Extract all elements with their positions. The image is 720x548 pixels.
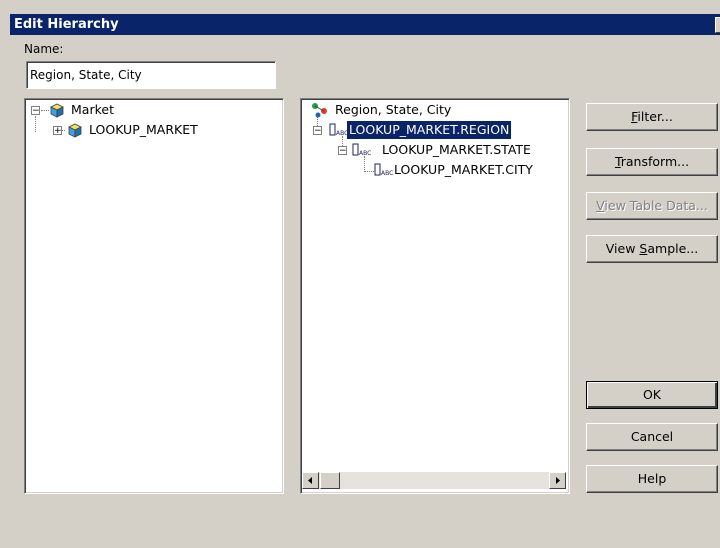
attribute-icon: ABC bbox=[374, 163, 393, 177]
tree-item-market[interactable]: − Market bbox=[31, 101, 231, 119]
hierarchy-level-city[interactable]: ABC LOOKUP_MARKET.CITY bbox=[374, 161, 566, 179]
source-tree-panel[interactable]: − Market + LOOKUP_MARKET bbox=[24, 98, 284, 494]
tree-item-lookup-market[interactable]: + LOOKUP_MARKET bbox=[53, 121, 273, 139]
filter-button[interactable]: Filter... bbox=[586, 103, 718, 131]
scroll-right-button[interactable] bbox=[549, 472, 566, 489]
hierarchy-level-label: LOOKUP_MARKET.STATE bbox=[382, 142, 531, 157]
svg-text:ABC: ABC bbox=[381, 170, 393, 177]
hierarchy-level-label: LOOKUP_MARKET.REGION bbox=[345, 120, 513, 140]
hierarchy-level-label: LOOKUP_MARKET.CITY bbox=[394, 162, 533, 177]
transform-button[interactable]: Transform... bbox=[586, 148, 718, 176]
arrow-left-icon bbox=[308, 477, 312, 484]
ok-button[interactable]: OK bbox=[586, 381, 718, 409]
hierarchy-tree-panel[interactable]: Region, State, City − ABC LOOKUP_MARKET.… bbox=[300, 98, 570, 494]
collapse-icon[interactable]: − bbox=[31, 106, 40, 116]
hierarchy-level-state[interactable]: − ABC LOOKUP_MARKET.STATE bbox=[338, 141, 566, 159]
view-table-data-button[interactable]: View Table Data... bbox=[586, 192, 718, 220]
svg-text:ABC: ABC bbox=[359, 150, 371, 157]
arrow-right-icon bbox=[556, 477, 560, 484]
hierarchy-icon bbox=[312, 103, 327, 118]
horizontal-scrollbar[interactable] bbox=[302, 472, 566, 489]
attribute-icon: ABC bbox=[352, 143, 371, 157]
scroll-left-button[interactable] bbox=[302, 472, 319, 489]
cancel-button[interactable]: Cancel bbox=[586, 423, 718, 451]
help-button[interactable]: Help bbox=[586, 465, 718, 493]
hierarchy-root[interactable]: Region, State, City bbox=[307, 101, 547, 119]
scroll-thumb[interactable] bbox=[320, 472, 340, 489]
edit-hierarchy-dialog: Edit Hierarchy ✕ Name: − Market + LOO bbox=[0, 0, 720, 548]
hierarchy-root-label: Region, State, City bbox=[335, 102, 452, 117]
window-title: Edit Hierarchy bbox=[14, 17, 119, 32]
tree-item-label: Market bbox=[71, 102, 114, 117]
view-sample-button[interactable]: View Sample... bbox=[586, 235, 718, 263]
hierarchy-level-region[interactable]: − ABC LOOKUP_MARKET.REGION bbox=[313, 120, 559, 140]
cube-icon bbox=[68, 123, 82, 138]
collapse-icon[interactable]: − bbox=[338, 146, 347, 156]
name-input[interactable] bbox=[26, 61, 276, 89]
attribute-icon: ABC bbox=[329, 123, 348, 137]
close-button[interactable]: ✕ bbox=[715, 17, 720, 33]
tree-item-label: LOOKUP_MARKET bbox=[89, 122, 198, 137]
title-bar: Edit Hierarchy ✕ bbox=[10, 14, 720, 35]
cube-icon bbox=[50, 103, 64, 118]
collapse-icon[interactable]: − bbox=[313, 126, 322, 136]
name-label: Name: bbox=[24, 42, 64, 56]
expand-icon[interactable]: + bbox=[53, 126, 62, 136]
